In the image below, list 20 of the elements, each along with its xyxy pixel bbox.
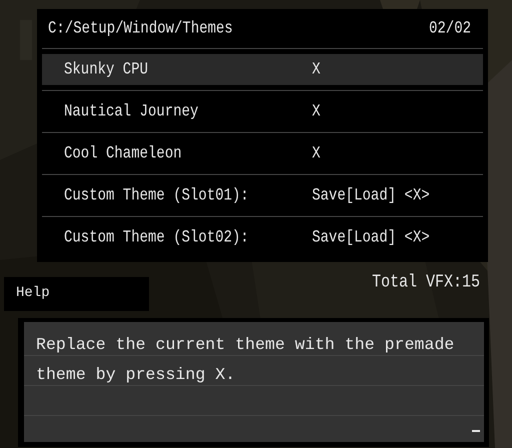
item-label: Skunky CPU [64,60,150,80]
option-value: X [312,60,322,80]
menu-item[interactable]: Custom Theme (Slot01): Save[Load] <X> [42,175,483,217]
text-cursor [472,430,480,432]
option-value: X [312,144,322,164]
item-label: Custom Theme (Slot01): [64,186,250,206]
total-counter: Total VFX:15 [372,272,480,293]
help-text: Replace the current theme with the premade theme by pressing X. [35,334,456,386]
item-label: Custom Theme (Slot02): [64,228,250,248]
option-value: X [312,102,322,122]
option-value: Save[Load] <X> [312,228,431,248]
page-counter: 02/02 [428,18,471,38]
menu-item[interactable]: Skunky CPU X [42,54,483,85]
menu-item[interactable]: Nautical Journey X [42,90,483,133]
menu-item[interactable]: Cool Chameleon X [42,133,483,175]
item-label: Cool Chameleon [64,144,183,164]
option-value: Save[Load] <X> [312,186,431,206]
path-title: C:/Setup/Window/Themes [48,18,233,38]
menu-item[interactable]: Custom Theme (Slot02): Save[Load] <X> [42,217,483,258]
item-label: Nautical Journey [64,102,200,122]
